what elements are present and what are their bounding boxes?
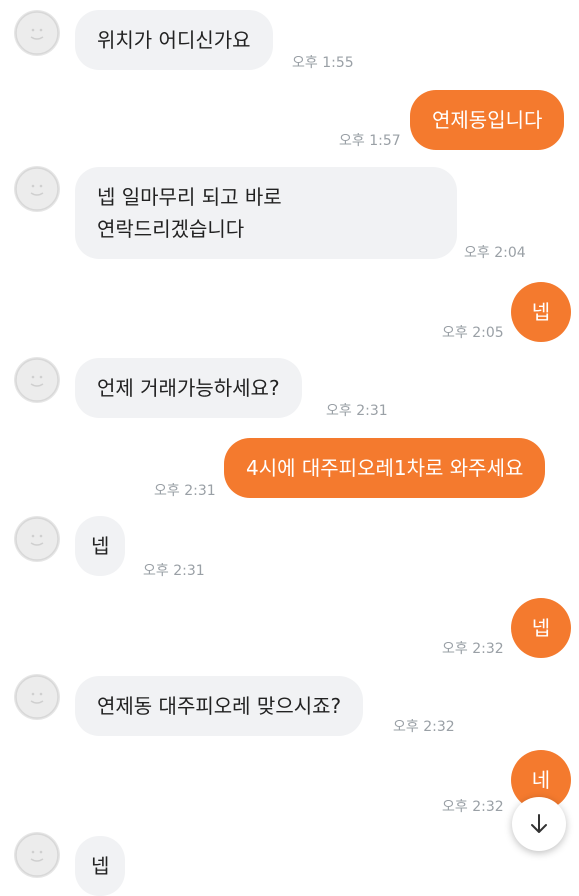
message-line: 넵 일마무리 되고 바로 <box>97 185 282 209</box>
profile-icon <box>15 675 59 719</box>
message-timestamp: 오후 1:57 <box>339 133 401 149</box>
message-bubble-sent[interactable]: 4시에 대주피오레1차로 와주세요 <box>224 438 546 498</box>
sender-avatar[interactable] <box>14 10 60 56</box>
message-bubble-sent[interactable]: 연제동입니다 <box>410 90 565 150</box>
message-timestamp: 오후 1:55 <box>292 55 354 71</box>
message-bubble-received[interactable]: 넵 <box>75 516 126 576</box>
message-timestamp: 오후 2:32 <box>442 641 504 657</box>
message-bubble-received[interactable]: 언제 거래가능하세요? <box>75 358 302 418</box>
sender-avatar[interactable] <box>14 674 60 720</box>
profile-icon <box>15 833 59 877</box>
profile-icon <box>15 358 59 402</box>
message-bubble-received[interactable]: 위치가 어디신가요 <box>75 10 273 70</box>
message-bubble-received[interactable]: 연제동 대주피오레 맞으시죠? <box>75 676 364 736</box>
sender-avatar[interactable] <box>14 832 60 878</box>
message-timestamp: 오후 2:32 <box>393 719 455 735</box>
sender-avatar[interactable] <box>14 357 60 403</box>
profile-icon <box>15 167 59 211</box>
profile-icon <box>15 11 59 55</box>
message-timestamp: 오후 2:31 <box>326 403 388 419</box>
message-timestamp: 오후 2:31 <box>154 483 216 499</box>
message-line: 연락드리겠습니다 <box>97 217 245 241</box>
message-bubble-sent[interactable]: 넵 <box>511 598 571 658</box>
message-bubble-received[interactable]: 넵 일마무리 되고 바로 연락드리겠습니다 <box>75 167 457 259</box>
message-bubble-received[interactable]: 넵 <box>75 836 126 896</box>
sender-avatar[interactable] <box>14 166 60 212</box>
message-timestamp: 오후 2:05 <box>442 325 504 341</box>
arrow-down-icon <box>531 814 547 833</box>
profile-icon <box>15 517 59 561</box>
message-timestamp: 오후 2:32 <box>442 799 504 815</box>
message-timestamp: 오후 2:04 <box>464 245 526 261</box>
scroll-to-bottom-button[interactable] <box>512 797 566 851</box>
message-timestamp: 오후 2:31 <box>143 563 205 579</box>
sender-avatar[interactable] <box>14 516 60 562</box>
message-bubble-sent[interactable]: 넵 <box>511 282 571 342</box>
